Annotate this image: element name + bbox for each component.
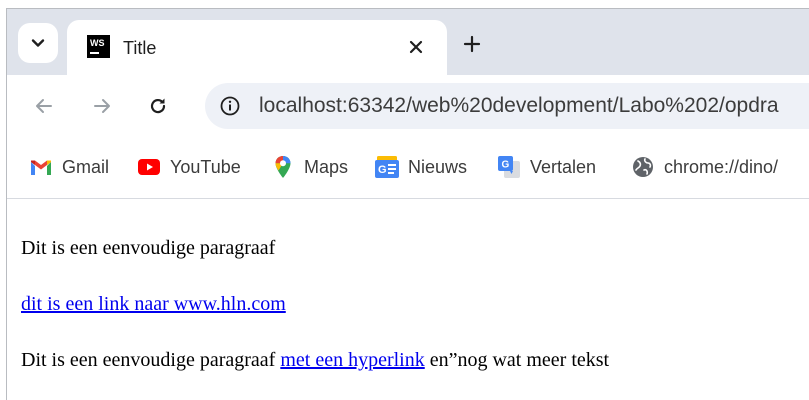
bookmark-gmail[interactable]: Gmail bbox=[29, 155, 109, 179]
tab-strip: WS Title bbox=[7, 9, 809, 76]
bookmark-label: YouTube bbox=[170, 156, 241, 177]
back-button[interactable] bbox=[29, 91, 59, 121]
hyperlink-inline[interactable]: met een hyperlink bbox=[280, 349, 424, 371]
maps-pin-icon bbox=[271, 155, 295, 179]
paragraph-3-text-end: en”nog wat meer tekst bbox=[424, 349, 610, 371]
close-icon bbox=[409, 40, 423, 54]
google-news-icon: G bbox=[375, 155, 399, 179]
bookmark-chrome-dino[interactable]: chrome://dino/ bbox=[631, 155, 778, 179]
page-content: Dit is een eenvoudige paragraaf dit is e… bbox=[7, 199, 809, 400]
bookmark-label: Vertalen bbox=[530, 156, 597, 177]
bookmark-nieuws[interactable]: G Nieuws bbox=[375, 155, 467, 179]
reload-button[interactable] bbox=[143, 91, 173, 121]
address-bar[interactable]: localhost:63342/web%20development/Labo%2… bbox=[205, 83, 809, 129]
toolbar: localhost:63342/web%20development/Labo%2… bbox=[7, 75, 809, 137]
bookmark-youtube[interactable]: YouTube bbox=[137, 155, 241, 179]
bookmark-maps[interactable]: Maps bbox=[271, 155, 348, 179]
arrow-right-icon bbox=[94, 99, 110, 113]
svg-text:WS: WS bbox=[90, 38, 105, 48]
bookmark-vertalen[interactable]: G Vertalen bbox=[497, 155, 596, 179]
paragraph-3: Dit is een eenvoudige paragraaf met een … bbox=[21, 349, 609, 372]
paragraph-3-text-start: Dit is een eenvoudige paragraaf bbox=[21, 349, 281, 371]
bookmark-label: chrome://dino/ bbox=[664, 156, 779, 177]
bookmark-label: Gmail bbox=[62, 156, 110, 177]
new-tab-button[interactable] bbox=[457, 29, 487, 59]
info-icon bbox=[220, 96, 240, 116]
paragraph-2: dit is een link naar www.hln.com bbox=[21, 293, 286, 316]
svg-text:G: G bbox=[378, 164, 387, 176]
globe-icon bbox=[631, 155, 655, 179]
youtube-icon bbox=[137, 155, 161, 179]
chevron-down-icon bbox=[31, 39, 45, 47]
browser-window: WS Title localhost:63342/web%20developme… bbox=[6, 8, 809, 400]
tab-title: Title bbox=[123, 38, 157, 58]
tab-search-button[interactable] bbox=[18, 23, 58, 63]
webstorm-favicon-icon: WS bbox=[87, 35, 110, 58]
active-tab[interactable]: WS Title bbox=[67, 20, 447, 76]
url-text[interactable]: localhost:63342/web%20development/Labo%2… bbox=[259, 94, 779, 118]
plus-icon bbox=[463, 35, 481, 53]
hln-link[interactable]: dit is een link naar www.hln.com bbox=[21, 293, 286, 315]
site-info-button[interactable] bbox=[217, 93, 243, 119]
bookmark-label: Maps bbox=[304, 156, 349, 177]
tab-close-button[interactable] bbox=[403, 34, 429, 60]
bookmarks-bar: Gmail YouTube Maps G Nieuws G Vertalen c… bbox=[7, 137, 809, 199]
arrow-left-icon bbox=[36, 99, 52, 113]
bookmark-label: Nieuws bbox=[408, 156, 468, 177]
forward-button[interactable] bbox=[87, 91, 117, 121]
paragraph-1: Dit is een eenvoudige paragraaf bbox=[21, 237, 276, 259]
reload-icon bbox=[150, 98, 166, 114]
svg-text:G: G bbox=[502, 160, 510, 171]
gmail-icon bbox=[29, 155, 53, 179]
google-translate-icon: G bbox=[497, 155, 521, 179]
